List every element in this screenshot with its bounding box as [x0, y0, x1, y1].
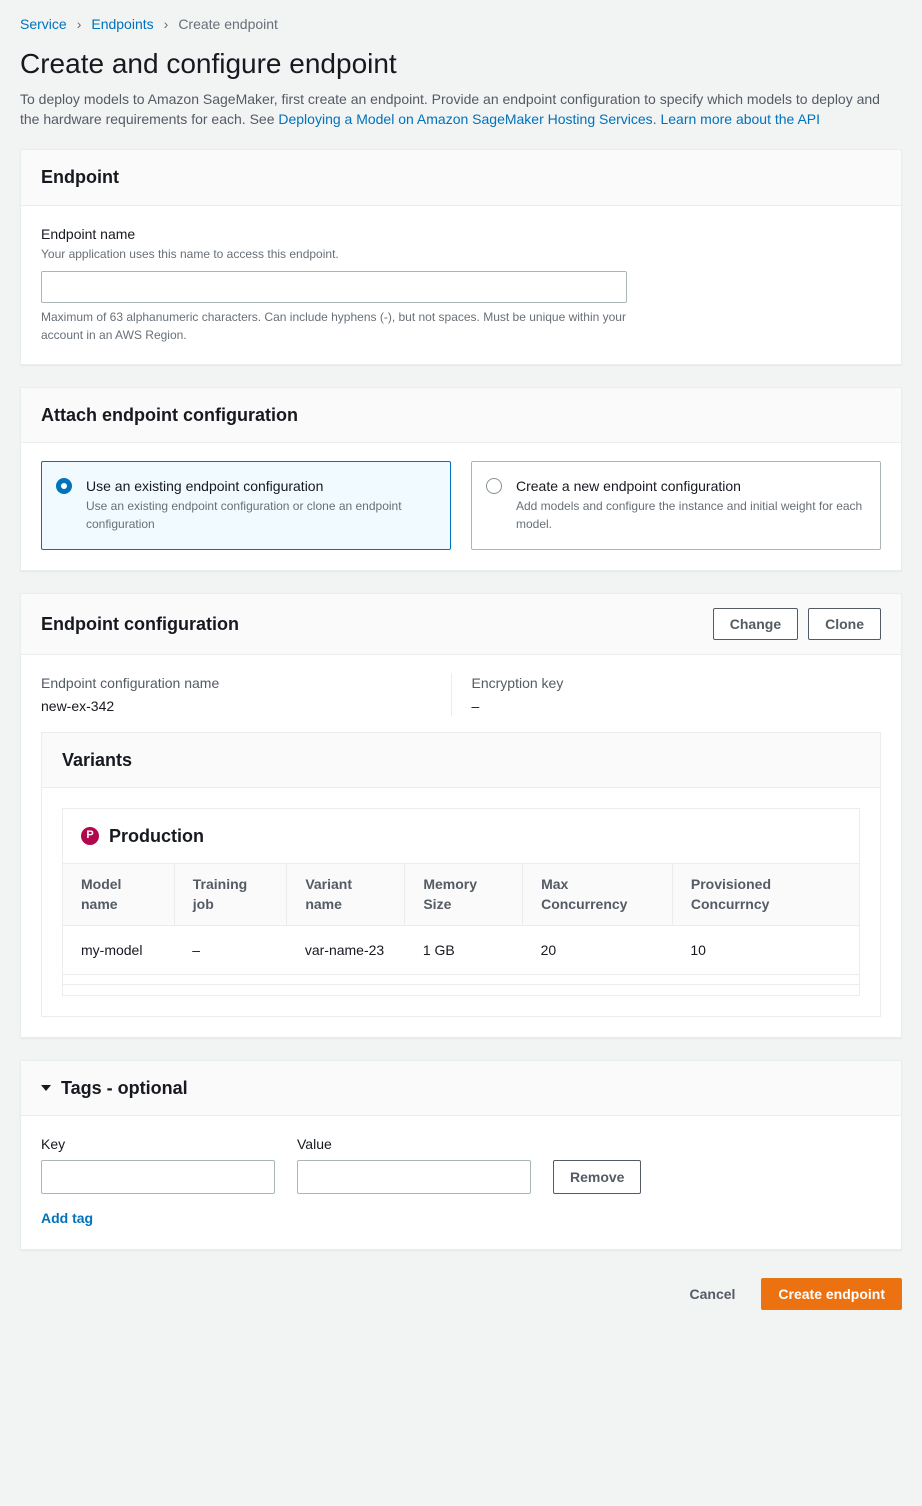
tag-value-input[interactable]: [297, 1160, 531, 1194]
production-title: Production: [109, 823, 204, 849]
attach-config-panel: Attach endpoint configuration Use an exi…: [20, 387, 902, 571]
cell-model-name: my-model: [63, 925, 174, 974]
clone-button[interactable]: Clone: [808, 608, 881, 640]
cell-provisioned-concurrency: 10: [672, 925, 859, 974]
table-empty-strip: [63, 985, 859, 995]
breadcrumb-current: Create endpoint: [178, 14, 278, 34]
cell-max-concurrency: 20: [523, 925, 673, 974]
config-name-label: Endpoint configuration name: [41, 673, 431, 693]
col-memory-size: Memory Size: [405, 864, 523, 925]
encryption-key-value: –: [472, 696, 862, 716]
variants-title: Variants: [62, 747, 860, 773]
tags-toggle[interactable]: Tags - optional: [41, 1075, 188, 1101]
breadcrumb-endpoints[interactable]: Endpoints: [91, 14, 153, 34]
page-description: To deploy models to Amazon SageMaker, fi…: [20, 89, 902, 130]
endpoint-panel: Endpoint Endpoint name Your application …: [20, 149, 902, 365]
production-card: P Production Model name Training job Var…: [62, 808, 860, 996]
tag-value-label: Value: [297, 1134, 531, 1154]
chevron-right-icon: ›: [164, 14, 169, 34]
option-create-new[interactable]: Create a new endpoint configuration Add …: [471, 461, 881, 550]
create-endpoint-button[interactable]: Create endpoint: [761, 1278, 902, 1310]
endpoint-config-title: Endpoint configuration: [41, 611, 239, 637]
cell-variant-name: var-name-23: [287, 925, 405, 974]
tag-key-input[interactable]: [41, 1160, 275, 1194]
col-provisioned-concurrency: Provisioned Concurrncy: [672, 864, 859, 925]
option-create-new-desc: Add models and configure the instance an…: [516, 498, 864, 533]
radio-icon: [56, 478, 72, 494]
tags-panel: Tags - optional Key Value Remove Add tag: [20, 1060, 902, 1250]
config-name-value: new-ex-342: [41, 696, 431, 716]
table-row: my-model – var-name-23 1 GB 20 10: [63, 925, 859, 974]
change-button[interactable]: Change: [713, 608, 798, 640]
endpoint-name-label: Endpoint name: [41, 224, 881, 244]
option-use-existing-desc: Use an existing endpoint configuration o…: [86, 498, 434, 533]
col-model-name: Model name: [63, 864, 174, 925]
radio-icon: [486, 478, 502, 494]
variants-subpanel: Variants P Production Model name Trainin…: [41, 732, 881, 1017]
remove-tag-button[interactable]: Remove: [553, 1160, 641, 1194]
encryption-key-label: Encryption key: [472, 673, 862, 693]
docs-link-deploying[interactable]: Deploying a Model on Amazon SageMaker Ho…: [278, 111, 652, 127]
cell-training-job: –: [174, 925, 287, 974]
option-create-new-title: Create a new endpoint configuration: [516, 476, 864, 496]
col-max-concurrency: Max Concurrency: [523, 864, 673, 925]
docs-link-api[interactable]: Learn more about the API: [660, 111, 820, 127]
caret-down-icon: [41, 1085, 51, 1091]
endpoint-name-constraint: Maximum of 63 alphanumeric characters. C…: [41, 309, 641, 344]
production-badge-icon: P: [81, 827, 99, 845]
page-title: Create and configure endpoint: [20, 44, 902, 85]
col-variant-name: Variant name: [287, 864, 405, 925]
breadcrumb-service[interactable]: Service: [20, 14, 67, 34]
endpoint-name-help: Your application uses this name to acces…: [41, 246, 881, 263]
tag-key-label: Key: [41, 1134, 275, 1154]
footer-actions: Cancel Create endpoint: [20, 1272, 902, 1310]
chevron-right-icon: ›: [77, 14, 82, 34]
option-use-existing-title: Use an existing endpoint configuration: [86, 476, 434, 496]
cell-memory-size: 1 GB: [405, 925, 523, 974]
endpoint-panel-title: Endpoint: [41, 164, 119, 190]
endpoint-name-input[interactable]: [41, 271, 627, 303]
breadcrumb: Service › Endpoints › Create endpoint: [20, 14, 902, 34]
variants-table: Model name Training job Variant name Mem…: [63, 864, 859, 975]
endpoint-config-panel: Endpoint configuration Change Clone Endp…: [20, 593, 902, 1038]
cancel-button[interactable]: Cancel: [674, 1278, 752, 1310]
table-empty-strip: [63, 975, 859, 985]
attach-config-title: Attach endpoint configuration: [41, 402, 298, 428]
col-training-job: Training job: [174, 864, 287, 925]
add-tag-button[interactable]: Add tag: [41, 1208, 93, 1228]
option-use-existing[interactable]: Use an existing endpoint configuration U…: [41, 461, 451, 550]
tags-title: Tags - optional: [61, 1075, 188, 1101]
